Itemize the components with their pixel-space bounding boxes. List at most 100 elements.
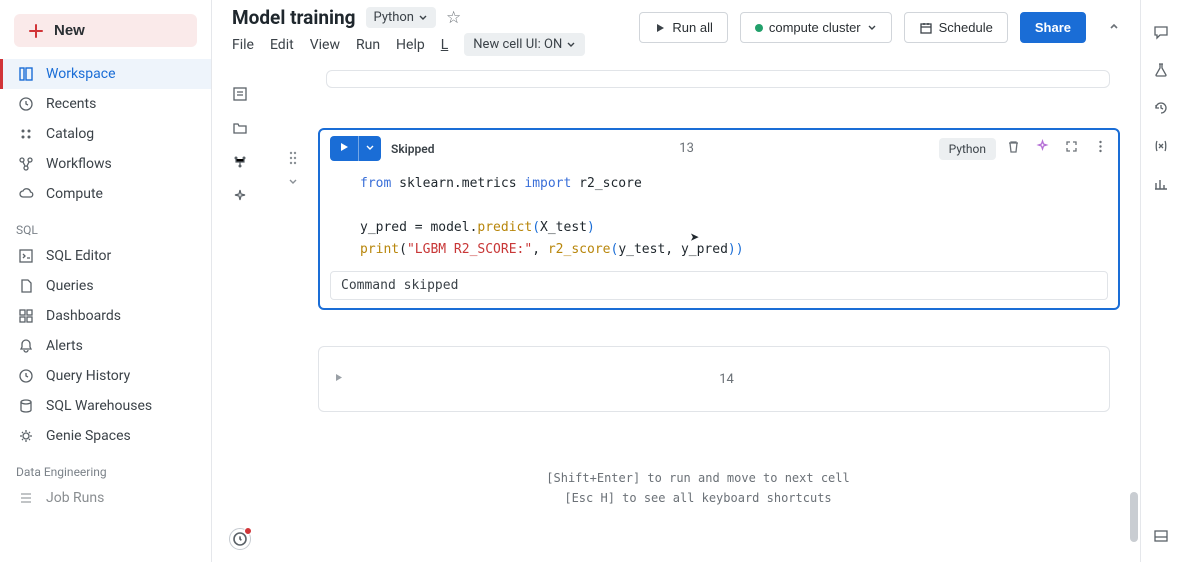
top-header: Model training Python ☆ File Edit View R… — [212, 0, 1140, 62]
sidebar-item-label: SQL Editor — [46, 248, 111, 264]
cell-drag-handle[interactable] — [288, 150, 298, 170]
run-cell-button[interactable] — [333, 372, 344, 387]
sidebar-item-label: Alerts — [46, 338, 83, 354]
new-button-label: New — [54, 22, 85, 39]
sidebar-item-queries[interactable]: Queries — [0, 271, 211, 301]
sidebar-item-label: Compute — [46, 186, 103, 202]
menu-help[interactable]: Help — [396, 37, 425, 53]
plus-icon — [28, 23, 44, 39]
sparkle-icon — [1035, 139, 1050, 154]
comment-icon[interactable] — [1153, 24, 1169, 40]
sidebar-item-sql-warehouses[interactable]: SQL Warehouses — [0, 391, 211, 421]
sidebar-item-genie[interactable]: Genie Spaces — [0, 421, 211, 451]
sidebar-item-label: Queries — [46, 278, 94, 294]
sidebar-item-label: Query History — [46, 368, 130, 384]
cell-toolbar: Skipped 13 Python — [320, 130, 1118, 167]
cell-output: Command skipped — [330, 271, 1108, 300]
bell-icon — [18, 338, 34, 354]
activity-indicator[interactable] — [229, 528, 251, 550]
cell-number: 13 — [445, 141, 929, 156]
next-cell[interactable]: 14 — [318, 346, 1110, 412]
expand-cell-button[interactable] — [1064, 139, 1079, 158]
scrollbar-thumb[interactable] — [1130, 492, 1138, 542]
sidebar-item-sql-editor[interactable]: SQL Editor — [0, 241, 211, 271]
ai-assist-button[interactable] — [1035, 139, 1050, 158]
catalog-icon — [18, 126, 34, 142]
menu-bar: File Edit View Run Help L New cell UI: O… — [232, 33, 629, 56]
trash-icon — [1006, 139, 1021, 154]
sparkle-icon[interactable] — [232, 188, 248, 204]
menu-run[interactable]: Run — [356, 37, 380, 53]
de-section-label: Data Engineering — [0, 451, 211, 483]
cell-code-editor[interactable]: from sklearn.metrics import r2_score y_p… — [320, 167, 1118, 271]
cell-ui-toggle[interactable]: New cell UI: ON — [464, 33, 585, 56]
sidebar-item-recents[interactable]: Recents — [0, 89, 211, 119]
cell-ui-label: New cell UI: ON — [473, 37, 562, 52]
flask-icon[interactable] — [1153, 62, 1169, 78]
schema-icon[interactable] — [232, 154, 248, 170]
clock-icon — [18, 368, 34, 384]
run-all-button[interactable]: Run all — [639, 12, 727, 43]
job-runs-icon — [18, 490, 34, 506]
schedule-button[interactable]: Schedule — [904, 12, 1008, 43]
chart-icon[interactable] — [1153, 176, 1169, 192]
cell-more-menu[interactable] — [1093, 139, 1108, 158]
collapse-header-button[interactable] — [1098, 14, 1130, 41]
sidebar-item-job-runs[interactable]: Job Runs — [0, 483, 211, 513]
clock-icon — [18, 96, 34, 112]
share-button[interactable]: Share — [1020, 12, 1086, 43]
calendar-icon — [919, 21, 933, 35]
sidebar-item-alerts[interactable]: Alerts — [0, 331, 211, 361]
sidebar-item-compute[interactable]: Compute — [0, 179, 211, 209]
chevron-down-icon — [566, 40, 576, 50]
expand-icon — [1064, 139, 1079, 154]
hint-line-2: [Esc H] to see all keyboard shortcuts — [276, 488, 1120, 508]
notification-dot — [244, 527, 252, 535]
favorite-button[interactable]: ☆ — [446, 8, 461, 28]
dashboards-icon — [18, 308, 34, 324]
last-edit-indicator[interactable]: L — [441, 37, 449, 53]
notebook-scroll-area[interactable]: Skipped 13 Python — [268, 62, 1140, 562]
panel-icon[interactable] — [1153, 528, 1169, 544]
sidebar-item-label: Workspace — [46, 66, 116, 82]
menu-view[interactable]: View — [310, 37, 340, 53]
cell-number: 14 — [344, 372, 1109, 387]
cell-collapse-toggle[interactable] — [288, 176, 298, 191]
sidebar-item-workspace[interactable]: Workspace — [0, 59, 211, 89]
run-cell-button[interactable] — [330, 136, 358, 161]
sidebar-item-workflows[interactable]: Workflows — [0, 149, 211, 179]
schedule-label: Schedule — [939, 20, 993, 35]
genie-icon — [18, 428, 34, 444]
delete-cell-button[interactable] — [1006, 139, 1021, 158]
cluster-selector[interactable]: compute cluster — [740, 12, 892, 43]
chevron-down-icon — [366, 144, 374, 152]
run-all-label: Run all — [672, 20, 712, 35]
right-rail — [1140, 0, 1180, 562]
sidebar-item-label: Genie Spaces — [46, 428, 131, 444]
new-button[interactable]: New — [14, 14, 197, 47]
chevron-up-icon — [1108, 20, 1120, 32]
menu-edit[interactable]: Edit — [270, 37, 294, 53]
main-area: Model training Python ☆ File Edit View R… — [212, 0, 1140, 562]
cell-language-badge[interactable]: Python — [939, 138, 996, 160]
sidebar-item-dashboards[interactable]: Dashboards — [0, 301, 211, 331]
sidebar-item-query-history[interactable]: Query History — [0, 361, 211, 391]
workspace-icon — [18, 66, 34, 82]
sql-editor-icon — [18, 248, 34, 264]
folder-icon[interactable] — [232, 120, 248, 136]
previous-cell-collapsed[interactable] — [326, 70, 1110, 88]
sidebar-item-label: SQL Warehouses — [46, 398, 152, 414]
play-icon — [339, 142, 349, 152]
sidebar-item-label: Catalog — [46, 126, 94, 142]
keyboard-hints: [Shift+Enter] to run and move to next ce… — [276, 468, 1120, 508]
run-cell-dropdown[interactable] — [358, 136, 381, 161]
variables-icon[interactable] — [1153, 138, 1169, 154]
toc-icon[interactable] — [232, 86, 248, 102]
play-icon — [654, 22, 666, 34]
language-selector[interactable]: Python — [366, 7, 436, 28]
sidebar-item-catalog[interactable]: Catalog — [0, 119, 211, 149]
sidebar-item-label: Job Runs — [46, 490, 104, 506]
menu-file[interactable]: File — [232, 37, 254, 53]
notebook-title[interactable]: Model training — [232, 6, 356, 29]
history-icon[interactable] — [1153, 100, 1169, 116]
